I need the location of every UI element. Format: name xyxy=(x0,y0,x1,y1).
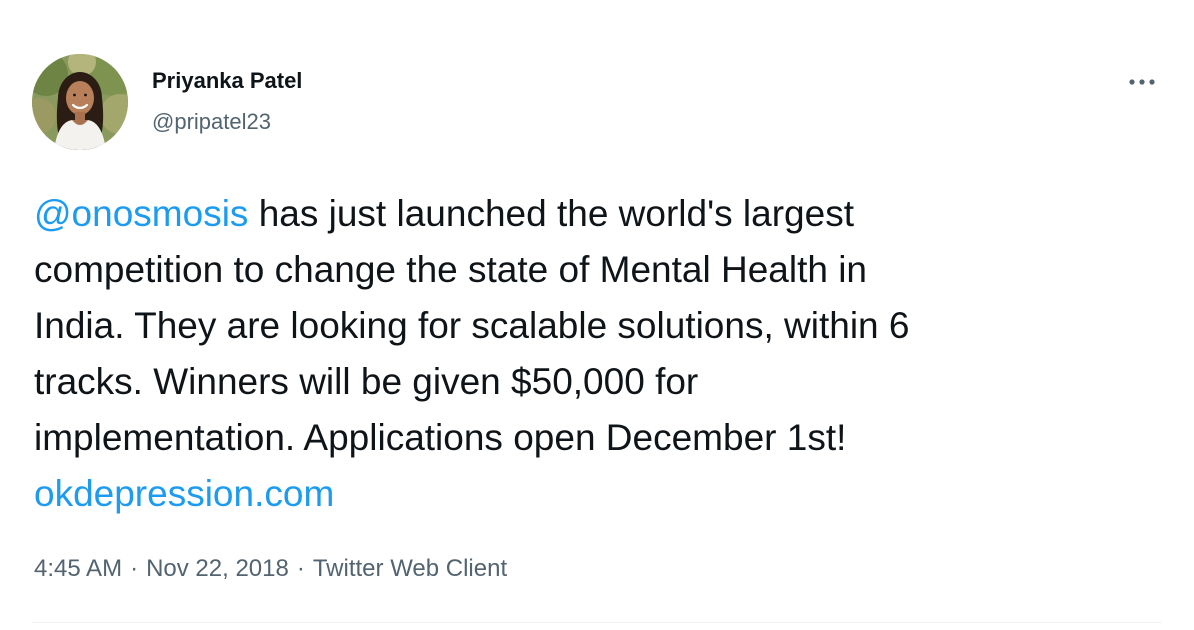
tweet-line-5: implementation. Applications open Decemb… xyxy=(34,417,847,458)
more-horizontal-icon xyxy=(1129,79,1155,85)
tweet-text: @onosmosis has just launched the world's… xyxy=(34,186,1154,522)
tweet-line-1: @onosmosis has just launched the world's… xyxy=(34,186,1154,242)
tweet-line-6: okdepression.com xyxy=(34,466,1154,522)
meta-separator: · xyxy=(130,555,139,582)
more-options-button[interactable] xyxy=(1122,62,1162,102)
tweet-line-2: competition to change the state of Menta… xyxy=(34,249,868,290)
mention-link[interactable]: @onosmosis xyxy=(34,193,248,234)
author-avatar[interactable] xyxy=(32,54,128,150)
tweet-card: Priyanka Patel @pripatel23 @onosmosis ha… xyxy=(0,0,1194,630)
tweet-line-3: India. They are looking for scalable sol… xyxy=(34,305,910,346)
tweet-time[interactable]: 4:45 AM xyxy=(34,555,122,582)
tweet-date[interactable]: Nov 22, 2018 xyxy=(146,555,289,582)
tweet-client[interactable]: Twitter Web Client xyxy=(313,555,507,582)
tweet-meta: 4:45 AM · Nov 22, 2018 · Twitter Web Client xyxy=(34,555,507,583)
author-name[interactable]: Priyanka Patel xyxy=(152,68,302,94)
url-link[interactable]: okdepression.com xyxy=(34,473,334,514)
profile-photo-icon xyxy=(32,54,128,150)
meta-separator: · xyxy=(296,555,305,582)
divider xyxy=(32,622,1162,623)
tweet-text-segment: has just launched the world's largest xyxy=(248,193,854,234)
tweet-line-4: tracks. Winners will be given $50,000 fo… xyxy=(34,361,699,402)
author-handle[interactable]: @pripatel23 xyxy=(152,109,271,135)
